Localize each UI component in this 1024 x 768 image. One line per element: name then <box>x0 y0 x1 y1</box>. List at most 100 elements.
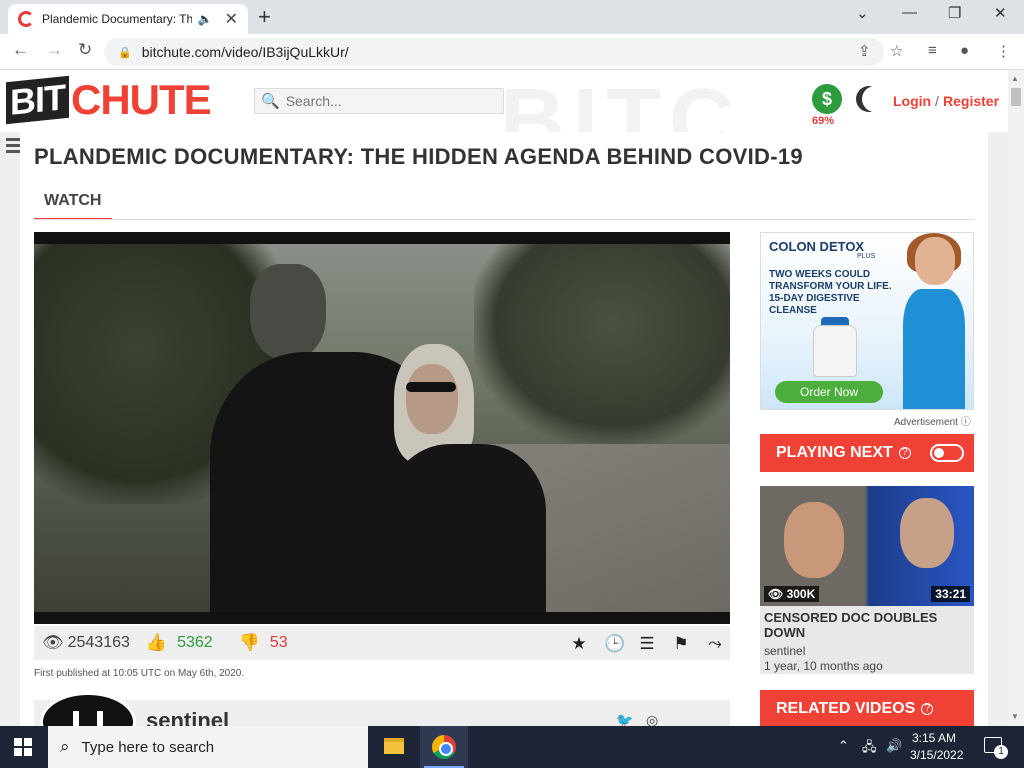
watch-later-clock-icon[interactable]: 🕒 <box>604 634 625 654</box>
url-field[interactable]: 🔒 bitchute.com/video/IB3ijQuLkkUr/ <box>104 38 884 66</box>
profile-icon[interactable]: ● <box>960 42 969 59</box>
next-video-views: 👁 300K <box>764 586 820 602</box>
like-count: 5362 <box>177 634 213 651</box>
share-icon[interactable]: ⤳ <box>706 634 724 654</box>
next-video-thumbnail[interactable]: 👁 300K 33:21 <box>760 486 974 606</box>
thumb-person-left <box>784 502 844 578</box>
login-link[interactable]: Login <box>893 93 931 109</box>
bitchute-logo[interactable]: BIT CHUTE <box>6 75 212 125</box>
advertisement-banner[interactable]: COLON DETOX PLUS TWO WEEKS COULD TRANSFO… <box>760 232 974 410</box>
view-count: 2543163 <box>67 634 130 651</box>
ad-text: TWO WEEKS COULD TRANSFORM YOUR LIFE. 15-… <box>769 269 892 316</box>
scroll-thumb[interactable] <box>1011 88 1021 106</box>
video-stats-bar: 👁 2543163 👍 5362 👎 53 ★ 🕒 ☰ ⚑ ⤳ <box>34 626 730 660</box>
forward-button[interactable]: → <box>46 40 63 60</box>
new-tab-button[interactable]: + <box>258 4 271 30</box>
next-video-duration: 33:21 <box>931 586 970 602</box>
help-icon[interactable]: ? <box>898 447 911 459</box>
taskbar-time[interactable]: 3:15 AM <box>912 731 956 745</box>
channel-box: sentinel 🐦 ◎ <box>34 692 730 726</box>
help-icon[interactable]: ⓘ <box>961 417 971 428</box>
windows-start-icon[interactable] <box>14 738 32 756</box>
page-scrollbar[interactable]: ▲ ▼ <box>1008 70 1024 726</box>
reload-button[interactable]: ↻ <box>78 40 92 60</box>
search-icon: ⌕ <box>60 737 70 756</box>
back-button[interactable]: ← <box>12 40 29 60</box>
close-tab-icon[interactable]: ✕ <box>225 9 238 29</box>
ad-woman-head <box>915 237 955 285</box>
logo-chute: CHUTE <box>71 76 212 123</box>
media-control-icon[interactable]: ≡ <box>928 42 937 59</box>
chevron-up-icon[interactable]: ⌃ <box>838 738 849 754</box>
ad-brand-plus: PLUS <box>857 253 876 260</box>
favorite-star-icon[interactable]: ★ <box>570 634 588 654</box>
auth-separator: / <box>935 93 939 109</box>
scroll-up-arrow-icon[interactable]: ▲ <box>1011 74 1019 83</box>
donate-money-icon[interactable]: $ <box>812 84 842 114</box>
video-frame[interactable] <box>34 244 730 612</box>
tab-watch[interactable]: WATCH <box>34 188 112 220</box>
lock-icon[interactable]: 🔒 <box>118 46 132 59</box>
flag-icon[interactable]: ⚑ <box>672 634 690 654</box>
help-icon[interactable]: ? <box>921 703 934 715</box>
url-text: bitchute.com/video/IB3ijQuLkkUr/ <box>141 44 349 60</box>
thumb-person-right <box>900 498 954 568</box>
taskbar-date[interactable]: 3/15/2022 <box>910 748 963 762</box>
channel-avatar[interactable] <box>40 692 136 726</box>
related-videos-header: RELATED VIDEOS ? <box>760 690 974 726</box>
address-bar: ← → ↻ 🔒 bitchute.com/video/IB3ijQuLkkUr/… <box>0 34 1024 70</box>
advertisement-label: Advertisement ⓘ <box>894 417 971 428</box>
first-published-date: First published at 10:05 UTC on May 6th,… <box>34 668 245 679</box>
thumbs-up-icon[interactable]: 👍 <box>146 633 167 653</box>
video-actions: ★ 🕒 ☰ ⚑ ⤳ <box>570 634 724 654</box>
next-video-age: 1 year, 10 months ago <box>764 659 883 673</box>
video-woman-figure <box>386 344 546 612</box>
file-explorer-icon[interactable] <box>370 726 418 768</box>
chrome-taskbar-icon[interactable] <box>420 726 468 768</box>
menu-kebab-icon[interactable]: ⋮ <box>996 42 1011 60</box>
share-icon[interactable]: ⇪ <box>858 42 871 60</box>
twitter-icon[interactable]: 🐦 <box>616 712 633 726</box>
playing-next-header: PLAYING NEXT ? <box>760 434 974 472</box>
volume-icon[interactable]: 🔊 <box>886 738 902 754</box>
video-player[interactable] <box>34 232 730 624</box>
playing-next-label: PLAYING NEXT <box>776 444 893 461</box>
next-video-card[interactable]: 👁 300K 33:21 CENSORED DOC DOUBLES DOWN s… <box>760 486 974 674</box>
search-icon: 🔍 <box>261 93 280 110</box>
minimize-button[interactable]: — <box>902 4 917 21</box>
order-now-button[interactable]: Order Now <box>775 381 883 403</box>
thumbs-down-icon[interactable]: 👎 <box>239 633 260 653</box>
register-link[interactable]: Register <box>943 93 999 109</box>
tab-title: Plandemic Documentary: Th <box>41 12 192 26</box>
eye-icon: 👁 <box>42 633 64 652</box>
next-video-title[interactable]: CENSORED DOC DOUBLES DOWN <box>764 610 970 640</box>
taskbar-search-text: Type here to search <box>81 738 215 756</box>
page-viewport: BITC BIT CHUTE 🔍 $ 69% Login / Register … <box>0 70 1008 726</box>
search-box[interactable]: 🔍 <box>254 88 504 114</box>
ad-woman-body <box>903 289 965 409</box>
speaker-icon[interactable]: 🔈 <box>198 12 213 26</box>
chevron-down-icon[interactable]: ⌄ <box>856 4 869 22</box>
logo-bit: BIT <box>6 75 69 125</box>
taskbar-search[interactable]: ⌕ Type here to search <box>48 726 368 768</box>
next-video-channel[interactable]: sentinel <box>764 644 805 658</box>
ad-bottle <box>813 325 857 377</box>
instagram-icon[interactable]: ◎ <box>646 712 658 726</box>
scroll-down-arrow-icon[interactable]: ▼ <box>1011 712 1019 721</box>
browser-tab[interactable]: Plandemic Documentary: Th 🔈 ✕ <box>8 4 248 34</box>
close-window-button[interactable]: ✕ <box>994 4 1007 22</box>
main-content: PLANDEMIC DOCUMENTARY: THE HIDDEN AGENDA… <box>20 132 988 726</box>
site-header: BITC BIT CHUTE 🔍 $ 69% Login / Register <box>0 70 1008 171</box>
dark-mode-moon-icon[interactable] <box>862 86 888 112</box>
browser-tab-bar: Plandemic Documentary: Th 🔈 ✕ + ⌄ — ❐ ✕ <box>0 0 1024 34</box>
playlist-icon[interactable]: ☰ <box>638 634 656 654</box>
search-input[interactable] <box>285 93 486 109</box>
bookmark-star-icon[interactable]: ☆ <box>890 42 903 60</box>
channel-name[interactable]: sentinel <box>146 708 229 726</box>
autoplay-toggle[interactable] <box>930 444 964 462</box>
ad-brand: COLON DETOX <box>769 239 865 254</box>
restore-button[interactable]: ❐ <box>948 4 961 22</box>
video-title: PLANDEMIC DOCUMENTARY: THE HIDDEN AGENDA… <box>34 144 803 169</box>
related-videos-label: RELATED VIDEOS <box>776 700 916 717</box>
network-icon[interactable]: 🖧 <box>862 738 877 760</box>
